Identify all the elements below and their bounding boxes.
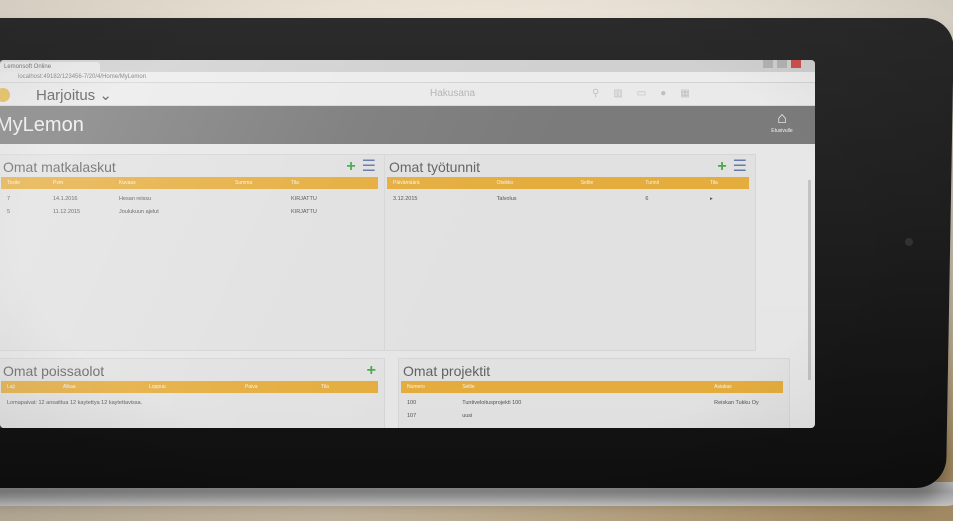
cell [229,206,285,219]
add-icon[interactable]: + [717,158,726,175]
cell: 3.12.2015 [393,196,418,202]
search-input[interactable]: Hakusana [430,88,475,99]
col-header[interactable]: Kuvaus [113,177,229,189]
home-icon: ⌂ [777,110,787,127]
panel-title: Omat poissaolot [3,363,105,379]
panel-poissaolot: Omat poissaolot + Laji Alkaa Loppuu Paiv… [0,358,385,428]
col-header[interactable]: Paiva [239,381,315,393]
org-selector[interactable]: Harjoitus ⌄ [36,86,112,104]
cell: 5 [7,209,11,215]
cell: Talvolus [496,196,517,202]
cell [708,410,783,423]
panel-projektit: Omat projektit Numero Selite Asiakas 100… [398,358,790,428]
chart-icon[interactable]: ▥ [613,88,622,99]
col-header[interactable]: Päivämäärä [387,177,491,189]
logo-icon [0,88,10,102]
cell: 11.12.2015 [53,209,81,215]
col-header[interactable]: Otsikko [491,177,575,189]
col-header[interactable]: Alkaa [57,381,143,393]
cell: KIRJATTU [291,209,317,215]
table-row[interactable]: 7 14.1.2016 Hesan reissu KIRJATTU [1,193,378,206]
search-icon[interactable]: ⚲ [592,88,599,99]
cell: 6 [645,196,649,202]
list-icon[interactable]: ☰ [362,158,376,175]
cell: 100 [407,400,417,406]
table-header: Tosite Pvm Kuvaus Summa Tila [1,177,378,189]
add-icon[interactable]: + [367,362,376,379]
user-icon[interactable]: ● [660,88,666,99]
col-header[interactable]: Numero [401,381,456,393]
app-header: Harjoitus ⌄ Hakusana ⚲ ▥ ▭ ● ▦ [0,83,815,106]
cell: 14.1.2016 [53,196,78,202]
col-header[interactable]: Loppuu [143,381,239,393]
org-name: Harjoitus [36,87,96,104]
cell: 107 [407,413,417,419]
table-body: Lomapaivat: 12 ansaittua 12 kaytettya 12… [1,397,378,410]
header-icons: ⚲ ▥ ▭ ● ▦ [592,88,690,99]
col-header[interactable]: Summa [229,177,285,189]
col-header[interactable]: Pvm [47,177,113,189]
home-button[interactable]: ⌂ Etusivulle [767,110,797,134]
address-bar[interactable]: localhost:49182/123456-7/20/4/Home/MyLem… [0,72,815,83]
page-title: MyLemon [0,114,84,136]
cell: uusi [462,413,473,419]
cell: KIRJATTU [291,196,317,202]
tablet-camera [905,238,913,246]
table-row[interactable]: 100 Tuntiveloitusprojekti 100 Reiskan Tu… [401,397,783,410]
close-icon[interactable] [791,60,801,68]
col-header[interactable]: Tila [285,177,351,189]
col-header[interactable]: Tunnit [639,177,704,189]
table-body: 100 Tuntiveloitusprojekti 100 Reiskan Tu… [401,397,783,423]
col-header[interactable]: Tosite [1,177,47,189]
cell [575,193,640,206]
table-body: 7 14.1.2016 Hesan reissu KIRJATTU 5 11.1… [1,193,378,219]
cell [229,193,285,206]
table-row[interactable]: 5 11.12.2015 Joulukuun ajelut KIRJATTU [1,206,378,219]
table-header: Laji Alkaa Loppuu Paiva Tila [1,381,378,393]
add-icon[interactable]: + [346,158,355,175]
tablet-screen: Lemonsoft Online localhost:49182/123456-… [0,60,815,428]
panel-matkalaskut: Omat matkalaskut + ☰ Tosite Pvm Kuvaus Su… [0,154,385,351]
panel-title: Omat projektit [403,363,491,379]
cell: Hesan reissu [119,196,152,202]
grid-icon[interactable]: ▦ [680,88,689,99]
table-body: 3.12.2015 Talvolus 6 ▸ [387,193,749,206]
cell: Lomapaivat: 12 ansaittua 12 kaytettya 12… [7,400,143,406]
cell: ▸ [709,196,713,202]
browser-tab-bar: Lemonsoft Online [0,60,815,72]
cell: Reiskan Tukku Oy [714,400,759,406]
cell: 7 [7,196,11,202]
col-header[interactable]: Selite [456,381,708,393]
minimize-icon[interactable] [763,60,773,68]
panel-title: Omat matkalaskut [3,159,116,175]
chevron-down-icon: ⌄ [99,87,112,104]
col-header[interactable]: Laji [1,381,57,393]
scrollbar[interactable] [808,180,811,380]
window-controls [763,60,801,68]
browser-tab[interactable]: Lemonsoft Online [0,62,100,72]
table-row[interactable]: 3.12.2015 Talvolus 6 ▸ [387,193,749,206]
title-bar: MyLemon ⌂ Etusivulle [0,106,815,144]
cell: Joulukuun ajelut [119,209,159,215]
table-header: Numero Selite Asiakas [401,381,783,393]
table-header: Päivämäärä Otsikko Selite Tunnit Tila [387,177,749,189]
maximize-icon[interactable] [777,60,787,68]
message-icon[interactable]: ▭ [637,88,646,99]
cell: Tuntiveloitusprojekti 100 [462,400,522,406]
home-label: Etusivulle [771,128,793,134]
col-header[interactable]: Tila [704,177,749,189]
list-icon[interactable]: ☰ [733,158,747,175]
col-header[interactable]: Tila [315,381,361,393]
panel-title: Omat työtunnit [389,159,481,175]
panel-tyotunnit: Omat työtunnit + ☰ Päivämäärä Otsikko Sel… [384,154,756,351]
table-row: Lomapaivat: 12 ansaittua 12 kaytettya 12… [1,397,378,410]
table-row[interactable]: 107 uusi [401,410,783,423]
col-header[interactable]: Asiakas [708,381,783,393]
col-header[interactable]: Selite [575,177,640,189]
